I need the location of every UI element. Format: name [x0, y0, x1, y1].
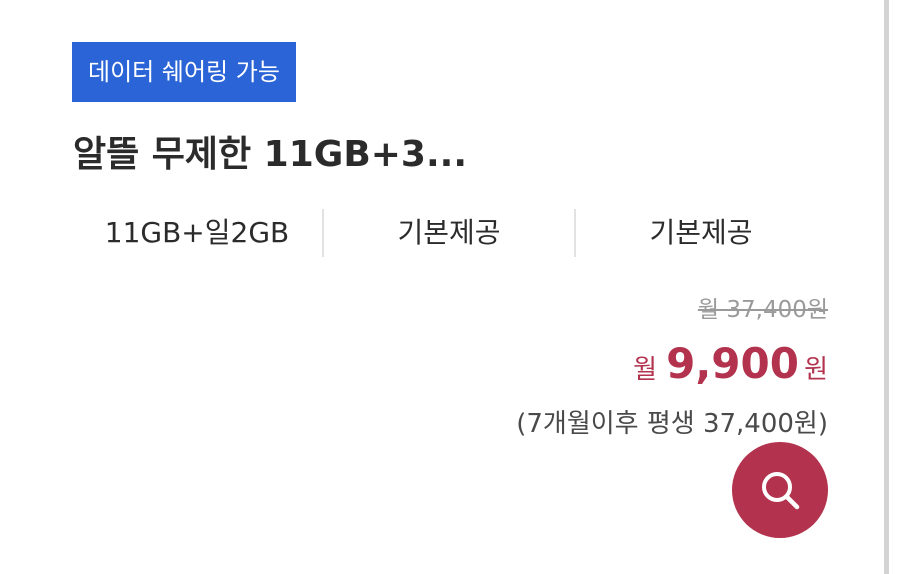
plan-title[interactable]: 알뜰 무제한 11GB+3...: [73, 126, 467, 184]
search-button[interactable]: [732, 442, 828, 538]
price-block: 월 37,400원 월 9,900 원 (7개월이후 평생 37,400원): [516, 288, 828, 447]
spec-sms: 기본제공: [649, 216, 753, 249]
card-edge-border: [884, 0, 889, 574]
plan-card[interactable]: 데이터 쉐어링 가능 알뜰 무제한 11GB+3... 11GB+일2GB 기본…: [0, 0, 900, 574]
sale-price-prefix: 월: [633, 355, 658, 385]
search-icon: [762, 472, 800, 510]
original-price: 월 37,400원: [697, 297, 828, 323]
sale-price-amount: 9,900: [666, 339, 799, 388]
price-after-note: (7개월이후 평생 37,400원): [516, 409, 828, 439]
plan-specs: 11GB+일2GB 기본제공 기본제공: [72, 208, 832, 258]
sale-price: 월 9,900 원: [516, 332, 828, 405]
spec-voice: 기본제공: [397, 216, 501, 249]
data-sharing-badge: 데이터 쉐어링 가능: [72, 42, 296, 102]
spec-data: 11GB+일2GB: [104, 216, 290, 249]
sale-price-suffix: 원: [804, 355, 828, 385]
